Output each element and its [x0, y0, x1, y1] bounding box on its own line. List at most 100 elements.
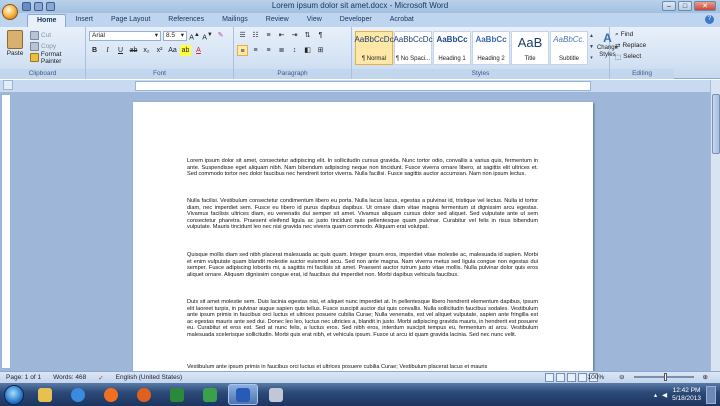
font-color-icon[interactable]: A	[193, 45, 204, 56]
grow-font-icon[interactable]: A▲	[189, 30, 200, 41]
taskbar-firefox[interactable]	[129, 384, 159, 405]
zoom-in-icon[interactable]: ⊕	[697, 373, 714, 381]
style-heading-1[interactable]: AaBbCc Heading 1	[433, 31, 471, 65]
clock[interactable]: 12:42 PM 5/18/2013	[672, 387, 701, 403]
scroll-thumb[interactable]	[712, 94, 720, 154]
tab-view[interactable]: View	[298, 14, 331, 27]
excel-icon	[203, 387, 217, 402]
select-button[interactable]: ⬚ Select	[613, 51, 671, 62]
align-center-icon[interactable]: ≡	[250, 45, 261, 56]
subscript-icon[interactable]: x₂	[141, 45, 152, 56]
bullets-icon[interactable]: ☰	[237, 30, 248, 41]
zoom-slider[interactable]	[633, 373, 694, 381]
justify-icon[interactable]: ≣	[276, 45, 287, 56]
help-icon[interactable]: ?	[705, 15, 714, 24]
font-name-combo[interactable]: Arial ▾	[89, 30, 161, 41]
taskbar-excel[interactable]	[162, 384, 192, 405]
network-icon[interactable]: ▴	[654, 391, 657, 399]
paragraph-3[interactable]: Quisque mollis diam sed nibh placerat ma…	[187, 252, 538, 278]
numbering-icon[interactable]: ☷	[250, 30, 261, 41]
print-layout-icon[interactable]	[545, 373, 554, 382]
editing-group: ⌕ Find ⇄ Replace ⬚ Select Editing	[610, 27, 674, 79]
tab-references[interactable]: References	[159, 14, 213, 27]
style-heading-2[interactable]: AaBbCc Heading 2	[472, 31, 510, 65]
paragraph-2[interactable]: Nulla facilisi. Vestibulum consectetur c…	[187, 198, 538, 231]
taskbar-app[interactable]	[261, 384, 291, 405]
ribbon: Paste Cut Copy Format Painter Clipboard …	[0, 27, 720, 79]
tab-insert[interactable]: Insert	[66, 14, 102, 27]
italic-icon[interactable]: I	[102, 45, 113, 56]
maximize-button[interactable]: □	[678, 1, 692, 11]
style-title[interactable]: AaB Title	[511, 31, 549, 65]
multilevel-list-icon[interactable]: ≡	[263, 30, 274, 41]
tab-selector[interactable]	[3, 80, 13, 90]
chevron-up-icon[interactable]: ▲	[589, 31, 594, 42]
superscript-icon[interactable]: x²	[154, 45, 165, 56]
paragraph-5[interactable]: Vestibulum ante ipsum primis in faucibus…	[187, 364, 538, 371]
horizontal-ruler[interactable]	[135, 81, 591, 91]
line-spacing-icon[interactable]: ↕	[289, 45, 300, 56]
sort-icon[interactable]: ⇅	[302, 30, 313, 41]
decrease-indent-icon[interactable]: ⇤	[276, 30, 287, 41]
borders-icon[interactable]: ⊞	[315, 45, 326, 56]
paste-icon	[7, 30, 23, 49]
web-layout-icon[interactable]	[567, 373, 576, 382]
tab-home[interactable]: Home	[27, 14, 67, 27]
tab-review[interactable]: Review	[257, 14, 298, 27]
style-subtitle[interactable]: AaBbCc. Subtitle	[550, 31, 588, 65]
paragraph-1[interactable]: Lorem ipsum dolor sit amet, consectetur …	[187, 158, 538, 178]
word-count[interactable]: Words: 468	[47, 374, 92, 381]
more-icon[interactable]: ▾	[589, 53, 594, 64]
style-normal[interactable]: AaBbCcDc ¶ Normal	[354, 31, 394, 65]
tab-acrobat[interactable]: Acrobat	[381, 14, 423, 27]
find-button[interactable]: ⌕ Find	[613, 29, 671, 40]
increase-indent-icon[interactable]: ⇥	[289, 30, 300, 41]
align-left-icon[interactable]: ≡	[237, 45, 248, 56]
cut-button[interactable]: Cut	[28, 30, 85, 41]
office-button[interactable]	[2, 4, 18, 20]
proofing-icon[interactable]: ✓	[92, 374, 109, 382]
window-title: Lorem ipsum dolor sit amet.docx - Micros…	[271, 1, 449, 10]
show-desktop-button[interactable]	[706, 386, 716, 404]
shrink-font-icon[interactable]: A▼	[202, 30, 213, 41]
styles-scroll[interactable]: ▲ ▼ ▾	[589, 31, 594, 65]
paragraph-4[interactable]: Duis sit amet molestie sem. Duis lacinia…	[187, 299, 538, 339]
style-no-spacing[interactable]: AaBbCcDc ¶ No Spaci...	[393, 31, 433, 65]
replace-button[interactable]: ⇄ Replace	[613, 40, 671, 51]
taskbar-media[interactable]	[96, 384, 126, 405]
zoom-level[interactable]: 100%	[581, 374, 610, 381]
close-button[interactable]: ✕	[694, 1, 716, 11]
taskbar-explorer[interactable]	[30, 384, 60, 405]
highlight-icon[interactable]: ab	[180, 45, 191, 56]
clear-format-icon[interactable]: ✎	[215, 30, 226, 41]
bold-icon[interactable]: B	[89, 45, 100, 56]
taskbar-ie[interactable]	[63, 384, 93, 405]
language-indicator[interactable]: English (United States)	[110, 374, 188, 381]
show-marks-icon[interactable]: ¶	[315, 30, 326, 41]
minimize-button[interactable]: –	[662, 1, 676, 11]
shading-icon[interactable]: ◧	[302, 45, 313, 56]
zoom-slider-handle[interactable]	[663, 373, 667, 381]
chevron-down-icon[interactable]: ▼	[589, 42, 594, 53]
tab-mailings[interactable]: Mailings	[213, 14, 257, 27]
vertical-scrollbar[interactable]	[710, 80, 720, 371]
strikethrough-icon[interactable]: ab	[128, 45, 139, 56]
document-page[interactable]: Lorem ipsum dolor sit amet, consectetur …	[133, 102, 593, 371]
change-case-icon[interactable]: Aa	[167, 45, 178, 56]
taskbar-word[interactable]	[228, 384, 258, 405]
start-button[interactable]	[4, 384, 24, 405]
select-icon: ⬚	[615, 53, 622, 61]
tab-page-layout[interactable]: Page Layout	[102, 14, 159, 27]
align-right-icon[interactable]: ≡	[263, 45, 274, 56]
tab-developer[interactable]: Developer	[331, 14, 381, 27]
format-painter-button[interactable]: Format Painter	[28, 51, 85, 65]
font-size-combo[interactable]: 8.5 ▾	[163, 30, 187, 41]
page-count[interactable]: Page: 1 of 1	[0, 374, 47, 381]
taskbar-excel-2[interactable]	[195, 384, 225, 405]
volume-icon[interactable]: ◀	[662, 391, 667, 399]
paste-button[interactable]: Paste	[4, 30, 26, 57]
full-screen-icon[interactable]	[556, 373, 565, 382]
vertical-ruler[interactable]	[1, 94, 11, 369]
underline-icon[interactable]: U	[115, 45, 126, 56]
zoom-out-icon[interactable]: ⊖	[613, 373, 630, 381]
